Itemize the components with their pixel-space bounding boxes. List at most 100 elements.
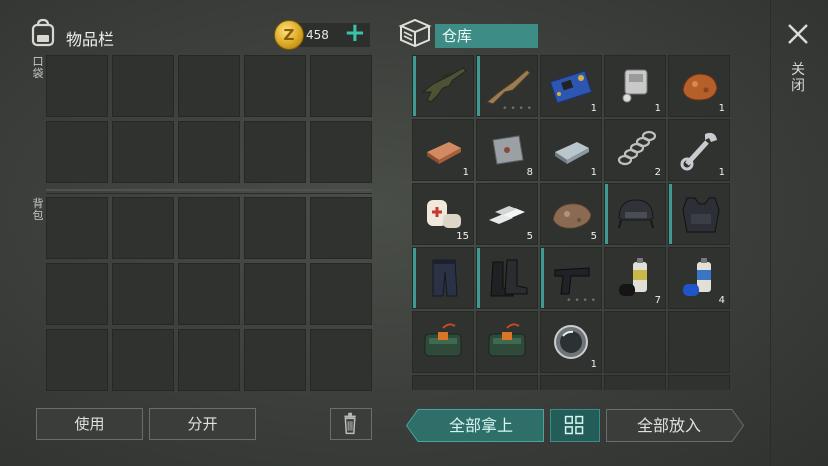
warehouse-grid: • • • • 1 1 1 1 8 1 2 1 15 5 5 • • • • 7 4 1 <box>412 55 738 390</box>
inventory-title: 物品栏 <box>66 30 115 49</box>
tactical-pants-icon <box>432 259 458 297</box>
warehouse-slot[interactable]: 1 <box>540 119 602 181</box>
spray-can-black-icon <box>619 258 647 296</box>
warehouse-slot[interactable]: 4 <box>668 247 730 309</box>
backpack-slot[interactable] <box>244 263 306 325</box>
warehouse-slot[interactable]: 5 <box>476 183 538 245</box>
warehouse-slot[interactable] <box>476 247 538 309</box>
aluminum-bars-icon <box>489 206 525 224</box>
pocket-slot[interactable] <box>46 121 108 183</box>
backpack-slot[interactable] <box>112 197 174 259</box>
warehouse-slot-empty[interactable] <box>668 375 730 390</box>
delete-button[interactable] <box>330 408 372 440</box>
explosive-bundle-icon <box>424 323 462 357</box>
warehouse-slot-empty[interactable] <box>668 311 730 373</box>
put-all-label[interactable]: 全部放入 <box>606 409 732 442</box>
warehouse-slot[interactable]: 1 <box>540 55 602 117</box>
pocket-slot[interactable] <box>178 121 240 183</box>
use-button[interactable]: 使用 <box>36 408 143 440</box>
explosive-bundle-icon <box>488 323 526 357</box>
item-count: 5 <box>526 231 533 242</box>
warehouse-slot[interactable]: 1 <box>412 119 474 181</box>
backpack-slot[interactable] <box>178 263 240 325</box>
coin-icon: Z <box>274 20 304 50</box>
backpack-slot[interactable] <box>46 263 108 325</box>
item-count: 1 <box>590 167 597 178</box>
item-count: 1 <box>654 103 661 114</box>
close-label[interactable]: 关闭 <box>789 62 807 94</box>
backpack-slot[interactable] <box>46 197 108 259</box>
bandage-icon <box>427 200 461 228</box>
take-all-label[interactable]: 全部拿上 <box>418 409 544 442</box>
warehouse-slot[interactable] <box>476 311 538 373</box>
warehouse-slot-empty[interactable] <box>604 311 666 373</box>
backpack-slot[interactable] <box>310 329 372 391</box>
backpack-slot[interactable] <box>178 197 240 259</box>
backpack-slot[interactable] <box>46 329 108 391</box>
pocket-slot[interactable] <box>112 121 174 183</box>
backpack-slot[interactable] <box>244 197 306 259</box>
warehouse-slot[interactable] <box>604 183 666 245</box>
backpack-slot[interactable] <box>310 263 372 325</box>
copper-ore-icon <box>682 73 718 101</box>
spray-can-blue-icon <box>683 258 711 296</box>
lens-icon <box>554 325 588 359</box>
item-count: 4 <box>718 295 725 306</box>
tab-warehouse[interactable]: 仓库 <box>435 24 538 48</box>
spring-icon <box>617 130 657 166</box>
warehouse-slot-empty[interactable] <box>540 375 602 390</box>
pocket-slot[interactable] <box>244 121 306 183</box>
warehouse-slot[interactable]: 8 <box>476 119 538 181</box>
pocket-slot[interactable] <box>46 55 108 117</box>
assault-rifle-dark-icon <box>421 67 467 103</box>
close-icon[interactable] <box>786 22 810 46</box>
tactical-helmet-icon <box>618 199 654 229</box>
pocket-slot[interactable] <box>310 121 372 183</box>
ore-chunk-icon <box>552 203 592 229</box>
pocket-slot[interactable] <box>244 55 306 117</box>
backpack-slot[interactable] <box>244 329 306 391</box>
pocket-slot[interactable] <box>112 55 174 117</box>
pocket-slot[interactable] <box>178 55 240 117</box>
section-divider-shadow <box>46 193 372 194</box>
warehouse-slot[interactable]: 5 <box>540 183 602 245</box>
backpack-slot[interactable] <box>112 329 174 391</box>
warehouse-slot-empty[interactable] <box>476 375 538 390</box>
warehouse-slot[interactable]: • • • • <box>540 247 602 309</box>
warehouse-slot[interactable] <box>412 55 474 117</box>
sort-button[interactable] <box>550 409 600 442</box>
add-currency-button[interactable]: + <box>344 20 366 46</box>
wrench-icon <box>680 132 717 171</box>
backpack-slot[interactable] <box>310 197 372 259</box>
pocket-slot[interactable] <box>310 55 372 117</box>
item-count: 5 <box>590 231 597 242</box>
section-divider <box>46 189 372 191</box>
warehouse-slot[interactable]: 1 <box>668 55 730 117</box>
durability-dots: • • • • <box>566 296 596 306</box>
warehouse-slot[interactable] <box>412 311 474 373</box>
warehouse-slot[interactable]: 1 <box>668 119 730 181</box>
warehouse-slot[interactable] <box>668 183 730 245</box>
storage-box-icon <box>398 18 432 48</box>
warehouse-slot[interactable]: 7 <box>604 247 666 309</box>
trash-icon <box>344 412 356 435</box>
warehouse-slot[interactable]: 1 <box>604 55 666 117</box>
warehouse-slot[interactable]: 1 <box>540 311 602 373</box>
warehouse-slot-empty[interactable] <box>604 375 666 390</box>
item-count: 1 <box>718 103 725 114</box>
pocket-label: 口袋 <box>32 55 44 80</box>
split-button[interactable]: 分开 <box>149 408 256 440</box>
warehouse-slot[interactable]: • • • • <box>476 55 538 117</box>
combat-boots-icon <box>490 259 528 297</box>
backpack-slot[interactable] <box>112 263 174 325</box>
warehouse-slot-empty[interactable] <box>412 375 474 390</box>
item-count: 1 <box>590 103 597 114</box>
item-count: 1 <box>462 167 469 178</box>
backpack-label: 背包 <box>32 197 44 222</box>
backpack-slot[interactable] <box>178 329 240 391</box>
warehouse-slot[interactable]: 15 <box>412 183 474 245</box>
item-count: 1 <box>590 359 597 370</box>
warehouse-slot[interactable] <box>412 247 474 309</box>
warehouse-slot[interactable]: 2 <box>604 119 666 181</box>
durability-dots: • • • • <box>502 104 532 114</box>
